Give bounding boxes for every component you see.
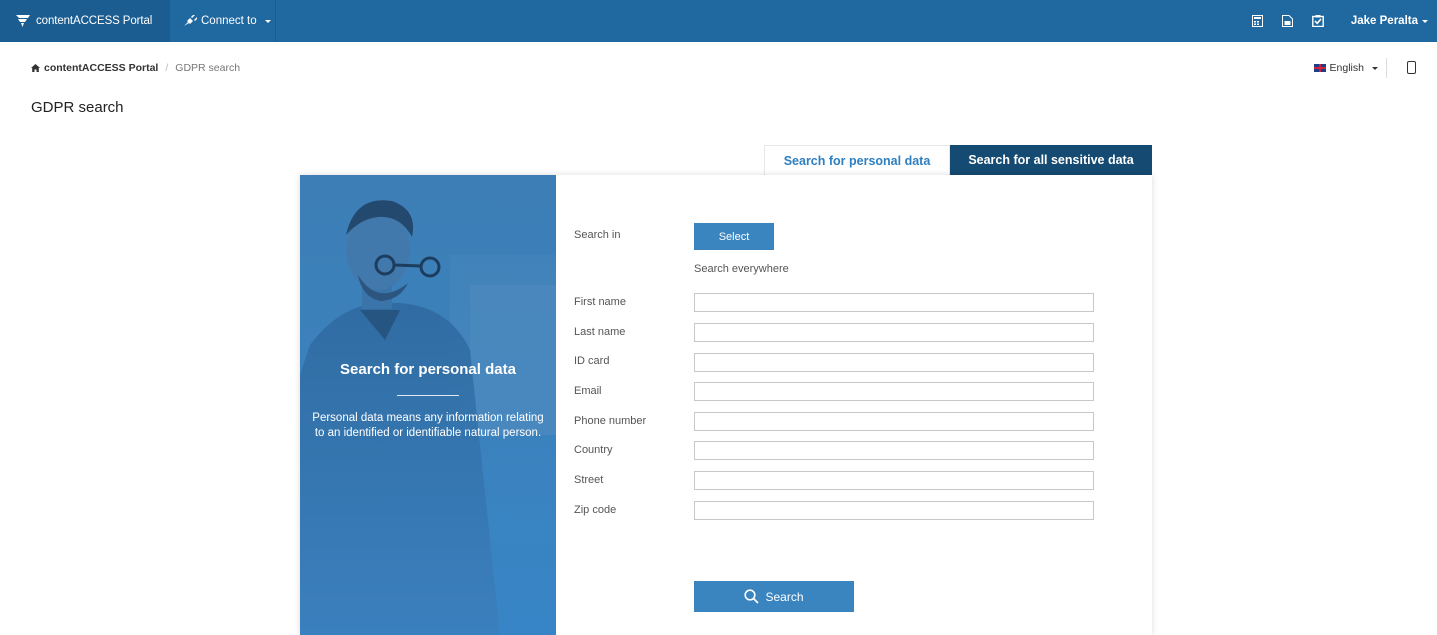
breadcrumb-separator: / [165, 62, 169, 74]
search-button[interactable]: Search [694, 581, 854, 612]
country-label: Country [574, 444, 613, 456]
mobile-device-icon[interactable] [1407, 61, 1416, 74]
hero-person-image [300, 200, 556, 635]
page-title: GDPR search [31, 99, 124, 116]
select-location-button[interactable]: Select [694, 223, 774, 250]
document-icon[interactable] [1273, 0, 1303, 42]
hero-title: Search for personal data [340, 361, 516, 378]
breadcrumb: contentACCESS Portal / GDPR search [31, 62, 240, 74]
language-label: English [1329, 62, 1364, 74]
search-button-label: Search [765, 589, 804, 604]
phone-number-label: Phone number [574, 415, 647, 427]
home-icon[interactable] [31, 64, 40, 72]
chevron-down-icon [264, 19, 271, 23]
uk-flag-icon [1313, 64, 1326, 72]
hero-description: Personal data means any information rela… [312, 412, 544, 439]
hero-panel: Search for personal data Personal data m… [300, 175, 556, 635]
first-name-field[interactable] [694, 293, 1094, 312]
plug-icon [184, 15, 197, 26]
brand-name: contentACCESS Portal [36, 15, 153, 27]
street-field[interactable] [694, 471, 1094, 490]
id-card-field[interactable] [694, 353, 1094, 372]
search-scope-note: Search everywhere [694, 263, 789, 275]
zip-code-field[interactable] [694, 501, 1094, 520]
chevron-down-icon [1372, 66, 1378, 70]
personal-data-form: Search in Select Search everywhere First… [556, 175, 1152, 635]
first-name-label: First name [574, 296, 626, 308]
phone-number-field[interactable] [694, 412, 1094, 431]
country-field[interactable] [694, 441, 1094, 460]
connect-to-menu[interactable]: Connect to [170, 0, 276, 42]
last-name-field[interactable] [694, 323, 1094, 342]
calculator-icon[interactable] [1243, 0, 1273, 42]
brand-link[interactable]: contentACCESS Portal [0, 0, 170, 42]
breadcrumb-current: GDPR search [175, 62, 241, 74]
chevron-down-icon [1422, 19, 1428, 23]
connect-to-label: Connect to [201, 15, 257, 27]
email-label: Email [574, 385, 602, 397]
search-card: Search for personal data Personal data m… [300, 175, 1152, 635]
search-in-label: Search in [574, 229, 621, 241]
user-menu[interactable]: Jake Peralta [1333, 0, 1437, 42]
id-card-label: ID card [574, 355, 610, 367]
hero-divider [397, 395, 459, 396]
search-tabs: Search for personal data Search for all … [764, 145, 1152, 175]
zip-code-label: Zip code [574, 504, 617, 516]
language-selector[interactable]: English [1313, 58, 1387, 78]
tab-search-personal-data[interactable]: Search for personal data [764, 145, 950, 175]
brand-logo-icon [16, 15, 30, 27]
street-label: Street [574, 474, 604, 486]
checklist-icon[interactable] [1303, 0, 1333, 42]
tab-search-sensitive-data[interactable]: Search for all sensitive data [950, 145, 1152, 175]
email-field[interactable] [694, 382, 1094, 401]
breadcrumb-root-link[interactable]: contentACCESS Portal [44, 62, 158, 74]
top-navbar: contentACCESS Portal Connect to Jake Per… [0, 0, 1437, 42]
search-icon [744, 589, 760, 604]
last-name-label: Last name [574, 326, 626, 338]
user-name: Jake Peralta [1350, 15, 1418, 27]
